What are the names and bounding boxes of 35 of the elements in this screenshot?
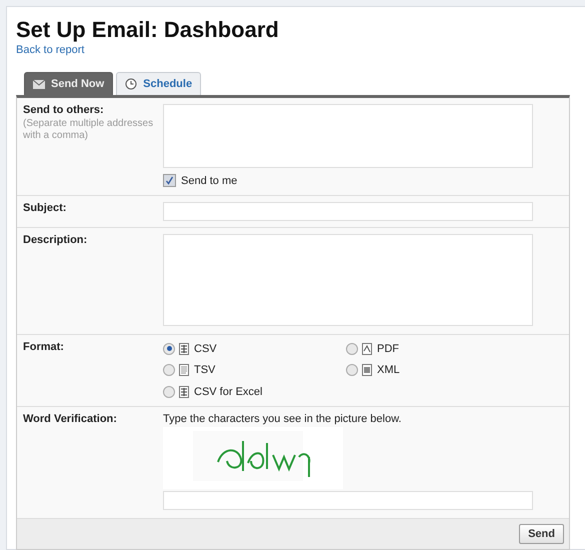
tab[interactable]: Send Now xyxy=(24,72,114,95)
recipients-field[interactable] xyxy=(163,104,533,168)
field-label: Subject: xyxy=(23,202,68,214)
clock-icon xyxy=(125,78,138,90)
checkbox[interactable] xyxy=(163,174,176,187)
subject-field[interactable] xyxy=(163,202,533,221)
radio-button[interactable] xyxy=(163,342,175,355)
spreadsheet-file-icon xyxy=(179,386,190,398)
field-label: Description: xyxy=(23,234,88,246)
spreadsheet-file-icon xyxy=(179,342,190,355)
radio-label: TSV xyxy=(194,364,216,376)
document-file-icon xyxy=(362,342,373,355)
field-label: Send to others: xyxy=(23,104,105,116)
radio-label: XML xyxy=(377,364,400,376)
field-label: Format: xyxy=(23,341,65,353)
radio-label: CSV xyxy=(194,342,217,355)
radio-label: PDF xyxy=(377,342,399,355)
text-file-icon xyxy=(179,364,190,376)
back-link[interactable]: Back to report xyxy=(16,44,84,56)
page-title: Set Up Email: Dashboard xyxy=(16,17,280,43)
radio-label: CSV for Excel xyxy=(194,386,262,398)
description-field[interactable] xyxy=(163,234,533,326)
verification-field[interactable] xyxy=(163,491,533,510)
instruction-text: Type the characters you see in the picture below. xyxy=(163,413,402,425)
field-label: Word Verification: xyxy=(23,413,118,425)
radio-button[interactable] xyxy=(163,386,175,398)
checkbox-label: Send to me xyxy=(181,174,238,186)
send-button[interactable]: Send xyxy=(519,524,564,544)
radio-button[interactable] xyxy=(163,364,175,376)
radio-button[interactable] xyxy=(346,364,358,376)
envelope-icon xyxy=(33,80,45,88)
tab[interactable]: Schedule xyxy=(116,72,202,95)
field-hint: (Separate multiple addresses with a comma) xyxy=(23,118,154,142)
image-file-icon xyxy=(362,364,373,376)
radio-button[interactable] xyxy=(346,342,358,355)
